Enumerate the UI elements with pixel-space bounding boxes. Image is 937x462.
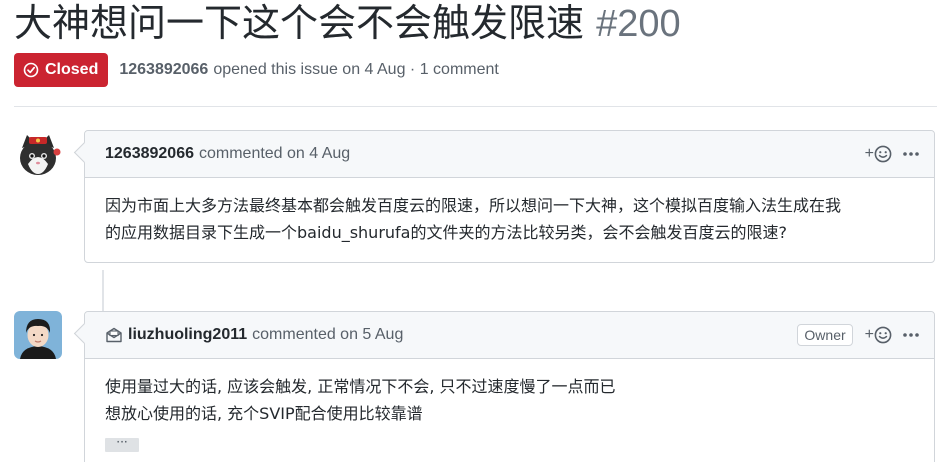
status-label: Closed <box>45 61 99 78</box>
smiley-icon <box>874 145 892 163</box>
comment-actions: + <box>865 131 920 177</box>
comment-author[interactable]: 1263892066 <box>105 145 194 163</box>
issue-meta: Closed 1263892066 opened this issue on 4… <box>14 53 499 87</box>
add-reaction-button[interactable]: + <box>865 145 892 163</box>
closed-issue-icon <box>23 62 39 78</box>
owner-badge: Owner <box>797 324 853 346</box>
smiley-icon <box>874 326 892 344</box>
person-avatar-icon <box>14 311 62 359</box>
avatar[interactable] <box>14 130 62 178</box>
comment-actions: Owner + <box>797 312 920 358</box>
timeline-connector <box>102 270 104 314</box>
kebab-icon <box>903 333 919 337</box>
kebab-icon <box>903 152 919 156</box>
issue-title-text: 大神想问一下这个会不会触发限速 <box>14 1 585 45</box>
add-reaction-button[interactable]: + <box>865 326 892 344</box>
add-reaction-plus: + <box>864 326 874 343</box>
comment-timestamp[interactable]: commented on 4 Aug <box>199 145 350 163</box>
comment-body: 因为市面上大多方法最终基本都会触发百度云的限速，所以想问一下大神，这个模拟百度输… <box>85 178 934 262</box>
more-options-button[interactable] <box>902 151 920 157</box>
comment-header: 1263892066 commented on 4 Aug + <box>85 131 934 178</box>
add-reaction-plus: + <box>864 145 874 162</box>
issue-title: 大神想问一下这个会不会触发限速 #200 <box>14 0 681 47</box>
show-quoted-button[interactable]: ··· <box>105 436 139 452</box>
comment-author[interactable]: liuzhuoling2011 <box>128 326 247 344</box>
issue-page: 大神想问一下这个会不会触发限速 #200 Closed 1263892066 o… <box>0 0 937 462</box>
comment-line: 使用量过大的话, 应该会触发, 正常情况下不会, 只不过速度慢了一点而已 <box>105 377 616 396</box>
comment-timestamp[interactable]: commented on 5 Aug <box>252 326 403 344</box>
avatar[interactable] <box>14 311 62 359</box>
cat-avatar-icon <box>14 130 62 178</box>
comment-1: 1263892066 commented on 4 Aug + 因为市面上大多方… <box>73 130 935 263</box>
comment-header: liuzhuoling2011 commented on 5 Aug Owner… <box>85 312 934 359</box>
issue-number: #200 <box>596 3 681 45</box>
more-options-button[interactable] <box>902 332 920 338</box>
comment-line: 想放心使用的话, 充个SVIP配合使用比较靠谱 <box>105 404 423 423</box>
email-reply-icon <box>105 327 123 343</box>
comment-2: liuzhuoling2011 commented on 5 Aug Owner… <box>73 311 935 462</box>
issue-author-link[interactable]: 1263892066 <box>119 61 208 79</box>
comment-line: 因为市面上大多方法最终基本都会触发百度云的限速，所以想问一下大神，这个模拟百度输… <box>105 196 842 215</box>
status-badge: Closed <box>14 53 109 87</box>
comment-line: 的应用数据目录下生成一个baidu_shurufa的文件夹的方法比较另类，会不会… <box>105 223 787 242</box>
issue-opened-text: opened this issue on 4 Aug · 1 comment <box>213 61 499 78</box>
header-divider <box>14 106 937 107</box>
comment-body: 使用量过大的话, 应该会触发, 正常情况下不会, 只不过速度慢了一点而已 想放心… <box>85 359 934 462</box>
